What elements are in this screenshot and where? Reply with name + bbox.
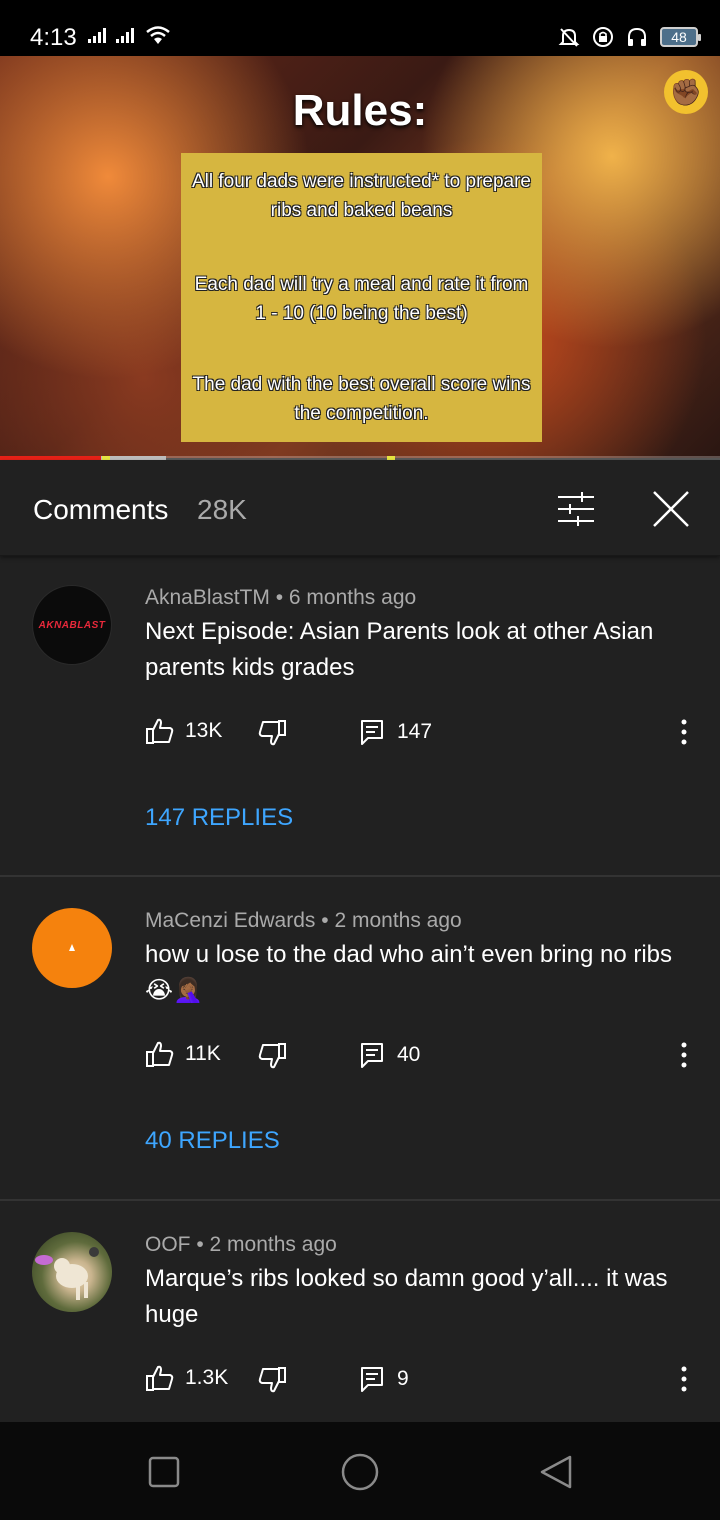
comments-count: 28K <box>197 494 247 525</box>
reply-count: 147 <box>397 720 433 743</box>
reply-button[interactable]: 9 <box>359 1365 409 1393</box>
status-time: 4:13 <box>30 24 77 51</box>
view-replies-button[interactable]: 147 REPLIES <box>145 804 293 832</box>
comment-item: AKNABLAST AknaBlastTM • 6 months ago Nex… <box>0 556 720 876</box>
like-button[interactable]: 1.3K <box>145 1363 228 1393</box>
back-icon[interactable] <box>538 1454 574 1490</box>
comment-time: 6 months ago <box>288 586 417 609</box>
thumb-down-icon <box>258 720 286 746</box>
dislike-button[interactable] <box>257 1041 287 1071</box>
comment-text: Marque’s ribs looked so damn good y’all.… <box>145 1265 668 1328</box>
wifi-icon <box>146 26 170 44</box>
comment-meta: MaCenzi Edwards • 2 months ago <box>145 909 462 933</box>
meta-separator: • <box>321 909 329 932</box>
dislike-button[interactable] <box>257 718 287 748</box>
comment-icon <box>361 1043 383 1068</box>
comment-item: MaCenzi Edwards • 2 months ago how u los… <box>0 877 720 1199</box>
thumb-up-icon <box>146 1041 174 1067</box>
dislike-button[interactable] <box>257 1365 287 1395</box>
video-player[interactable]: Rules: All four dads were instructed* to… <box>0 56 720 458</box>
video-title-overlay: Rules: <box>292 86 428 135</box>
lock-rotation-icon <box>593 27 613 47</box>
comment-text: how u lose to the dad who ain’t even bri… <box>145 941 673 1004</box>
thumb-up-icon <box>146 1365 174 1391</box>
reply-count: 40 <box>397 1043 421 1066</box>
avatar-logo-text: AKNABLAST <box>38 619 106 631</box>
more-vert-icon[interactable] <box>677 718 691 746</box>
reply-button[interactable]: 147 <box>359 718 432 746</box>
thumb-down-icon <box>258 1367 286 1393</box>
comments-header: Comments 28K <box>0 460 720 556</box>
status-bar: 4:13 48 <box>0 0 720 56</box>
reply-button[interactable]: 40 <box>359 1041 420 1069</box>
bell-off-icon <box>558 28 580 47</box>
fist-emoji-badge: ✊🏾 <box>664 70 708 114</box>
like-button[interactable]: 13K <box>145 716 222 746</box>
reply-count: 9 <box>397 1367 409 1390</box>
comment-author[interactable]: OOF <box>145 1233 191 1256</box>
view-replies-button[interactable]: 40 REPLIES <box>145 1127 280 1155</box>
thumb-up-icon <box>146 718 174 744</box>
avatar[interactable] <box>32 908 112 988</box>
like-count: 1.3K <box>185 1366 229 1389</box>
meta-separator: • <box>275 586 284 609</box>
comment-item: OOF • 2 months ago Marque’s ribs looked … <box>0 1201 720 1422</box>
more-vert-icon[interactable] <box>677 1365 691 1393</box>
rules-box: All four dads were instructed* to prepar… <box>181 153 542 442</box>
tune-icon[interactable] <box>556 492 596 526</box>
avatar[interactable]: AKNABLAST <box>32 585 112 665</box>
thumb-down-icon <box>258 1043 286 1069</box>
rule-text: Each dad will try a meal and rate it fro… <box>194 274 529 324</box>
close-icon[interactable] <box>652 490 690 528</box>
like-count: 11K <box>185 1042 221 1065</box>
comment-text: Next Episode: Asian Parents look at othe… <box>145 618 654 681</box>
signal-icon <box>88 28 106 43</box>
comment-time: 2 months ago <box>334 909 462 932</box>
comment-author[interactable]: MaCenzi Edwards <box>145 909 315 932</box>
avatar-glyph-icon <box>69 944 75 951</box>
rule-text: The dad with the best overall score wins… <box>192 374 531 424</box>
recent-apps-icon[interactable] <box>148 1456 180 1488</box>
comment-icon <box>361 720 383 745</box>
like-count: 13K <box>185 719 223 742</box>
comment-icon <box>361 1367 383 1392</box>
comment-actions: 1.3K 9 <box>145 1361 705 1397</box>
rule-text: All four dads were instructed* to prepar… <box>191 171 531 221</box>
avatar-photo-icon <box>35 1247 99 1300</box>
comment-meta: OOF • 2 months ago <box>145 1233 337 1257</box>
system-nav-bar <box>0 1422 720 1520</box>
comment-author[interactable]: AknaBlastTM <box>145 586 270 609</box>
avatar[interactable] <box>32 1232 112 1312</box>
comment-actions: 11K 40 <box>145 1037 705 1073</box>
home-icon[interactable] <box>340 1452 380 1492</box>
more-vert-icon[interactable] <box>677 1041 691 1069</box>
like-button[interactable]: 11K <box>145 1039 221 1069</box>
battery-indicator: 48 <box>660 27 701 47</box>
comment-actions: 13K 147 <box>145 714 705 750</box>
comments-title: Comments <box>33 494 169 525</box>
comment-time: 2 months ago <box>209 1233 337 1256</box>
comment-meta: AknaBlastTM • 6 months ago <box>145 586 416 610</box>
signal-icon <box>116 28 134 43</box>
headphones-icon <box>628 27 646 46</box>
meta-separator: • <box>196 1233 204 1256</box>
